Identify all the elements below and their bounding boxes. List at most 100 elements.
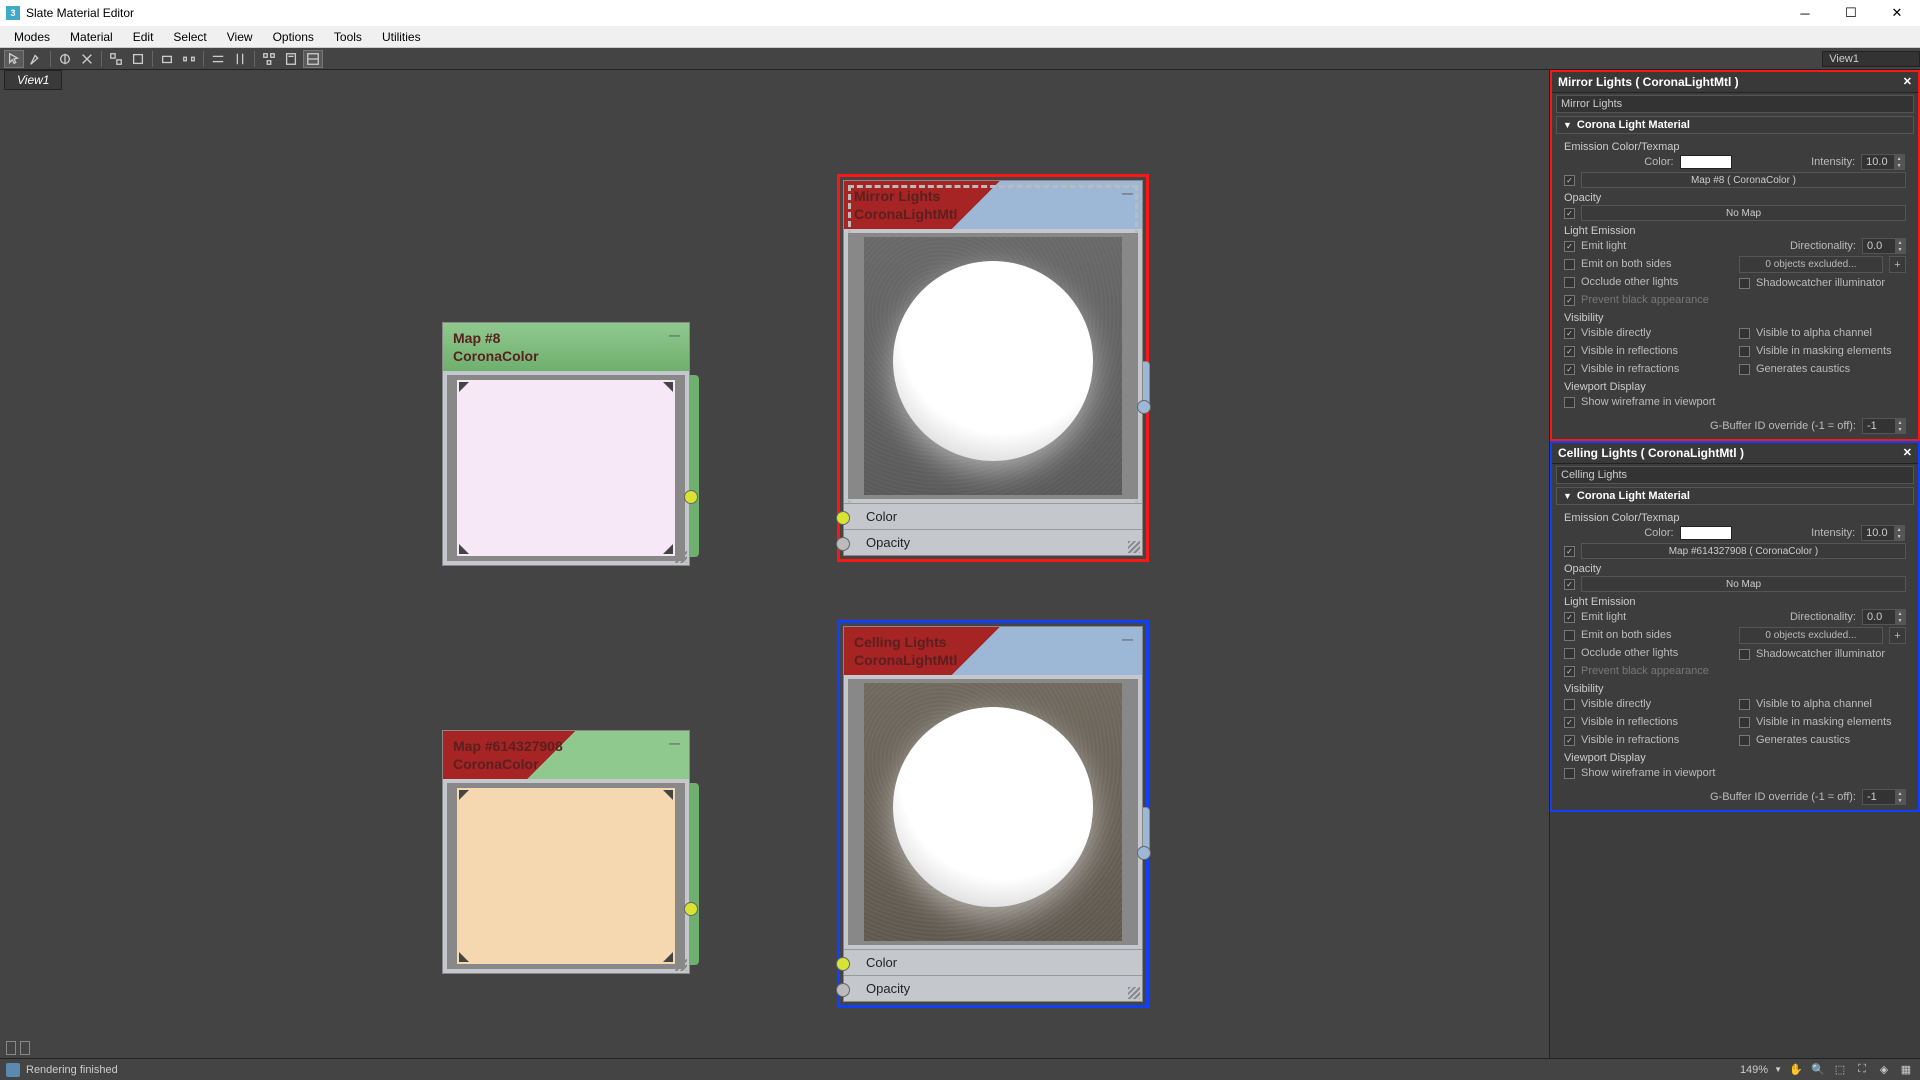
occlude-checkbox[interactable] bbox=[1564, 277, 1575, 288]
layout-all-icon[interactable] bbox=[259, 50, 279, 68]
close-button[interactable]: ✕ bbox=[1874, 0, 1920, 26]
directionality-spinner[interactable]: 0.0▲▼ bbox=[1862, 609, 1906, 625]
intensity-spinner[interactable]: 10.0▲▼ bbox=[1861, 154, 1905, 170]
add-exclude-button[interactable]: + bbox=[1889, 627, 1906, 644]
node-mapbig[interactable]: Map #614327908 CoronaColor — bbox=[442, 730, 690, 974]
collapse-icon[interactable]: — bbox=[669, 737, 681, 751]
hide-unused-icon[interactable] bbox=[128, 50, 148, 68]
vis-refr-checkbox[interactable] bbox=[1564, 364, 1575, 375]
zoom-region-icon[interactable]: ⬚ bbox=[1832, 1062, 1848, 1078]
pick-tool-icon[interactable] bbox=[26, 50, 46, 68]
maximize-button[interactable]: ☐ bbox=[1828, 0, 1874, 26]
directionality-spinner[interactable]: 0.0▲▼ bbox=[1862, 238, 1906, 254]
vis-refl-checkbox[interactable] bbox=[1564, 717, 1575, 728]
shadowcatcher-checkbox[interactable] bbox=[1739, 649, 1750, 660]
exclude-button[interactable]: 0 objects excluded... bbox=[1739, 627, 1883, 644]
shadowcatcher-checkbox[interactable] bbox=[1739, 278, 1750, 289]
vis-refl-checkbox[interactable] bbox=[1564, 346, 1575, 357]
resize-grip-icon[interactable] bbox=[675, 959, 687, 971]
mat-browser-icon[interactable] bbox=[281, 50, 301, 68]
resize-grip-icon[interactable] bbox=[1128, 987, 1140, 999]
panel-mirror-name-field[interactable]: Mirror Lights bbox=[1556, 95, 1914, 113]
pan-icon[interactable]: ✋ bbox=[1788, 1062, 1804, 1078]
menu-options[interactable]: Options bbox=[263, 28, 324, 46]
collapse-icon[interactable]: — bbox=[1122, 187, 1134, 201]
gen-caustics-checkbox[interactable] bbox=[1739, 364, 1750, 375]
texmap-slot[interactable]: Map #8 ( CoronaColor ) bbox=[1581, 172, 1906, 188]
view-tab[interactable]: View1 bbox=[4, 70, 62, 90]
view-selector[interactable]: View1 bbox=[1822, 51, 1920, 67]
texmap-toggle[interactable] bbox=[1564, 175, 1575, 186]
select-tool-icon[interactable] bbox=[4, 50, 24, 68]
resize-grip-icon[interactable] bbox=[675, 551, 687, 563]
show-map-icon[interactable] bbox=[157, 50, 177, 68]
node-ceiling-header[interactable]: Celling Lights CoronaLightMtl — bbox=[844, 627, 1142, 675]
vis-mask-checkbox[interactable] bbox=[1739, 346, 1750, 357]
texmap-toggle[interactable] bbox=[1564, 546, 1575, 557]
exclude-button[interactable]: 0 objects excluded... bbox=[1739, 256, 1883, 273]
texmap-slot[interactable]: Map #614327908 ( CoronaColor ) bbox=[1581, 543, 1906, 559]
output-socket[interactable] bbox=[684, 490, 698, 504]
add-exclude-button[interactable]: + bbox=[1889, 256, 1906, 273]
node-mirror-header[interactable]: Mirror Lights CoronaLightMtl — bbox=[844, 181, 1142, 229]
emit-light-checkbox[interactable] bbox=[1564, 612, 1575, 623]
move-children-icon[interactable] bbox=[106, 50, 126, 68]
layout-icon[interactable]: ▦ bbox=[1898, 1062, 1914, 1078]
color-swatch[interactable] bbox=[1680, 155, 1732, 169]
menu-tools[interactable]: Tools bbox=[324, 28, 372, 46]
intensity-spinner[interactable]: 10.0▲▼ bbox=[1861, 525, 1905, 541]
gbuffer-spinner[interactable]: -1▲▼ bbox=[1862, 418, 1906, 434]
close-icon[interactable]: ✕ bbox=[1903, 446, 1912, 460]
output-socket[interactable] bbox=[684, 902, 698, 916]
menu-material[interactable]: Material bbox=[60, 28, 123, 46]
node-map8-header[interactable]: Map #8 CoronaColor — bbox=[443, 323, 689, 371]
opacity-toggle[interactable] bbox=[1564, 208, 1575, 219]
mirror-color-input[interactable]: Color bbox=[844, 503, 1142, 529]
delete-tool-icon[interactable] bbox=[77, 50, 97, 68]
opacity-slot[interactable]: No Map bbox=[1581, 205, 1906, 221]
layout-vertical-icon[interactable] bbox=[230, 50, 250, 68]
node-ceiling[interactable]: Celling Lights CoronaLightMtl — Color Op… bbox=[843, 626, 1143, 1002]
zoom-extents-sel-icon[interactable]: ◈ bbox=[1876, 1062, 1892, 1078]
node-map8[interactable]: Map #8 CoronaColor — bbox=[442, 322, 690, 566]
color-swatch[interactable] bbox=[1680, 526, 1732, 540]
close-icon[interactable]: ✕ bbox=[1903, 75, 1912, 89]
menu-select[interactable]: Select bbox=[163, 28, 216, 46]
menu-utilities[interactable]: Utilities bbox=[372, 28, 431, 46]
rollout-header[interactable]: ▼Corona Light Material bbox=[1556, 487, 1914, 505]
node-canvas[interactable]: View1 Map #8 CoronaColor — bbox=[0, 70, 1550, 1058]
gen-caustics-checkbox[interactable] bbox=[1739, 735, 1750, 746]
output-socket[interactable] bbox=[1137, 400, 1151, 414]
wireframe-checkbox[interactable] bbox=[1564, 397, 1575, 408]
minimize-button[interactable]: ─ bbox=[1782, 0, 1828, 26]
layout-horizontal-icon[interactable] bbox=[208, 50, 228, 68]
mirror-opacity-input[interactable]: Opacity bbox=[844, 529, 1142, 555]
emit-both-checkbox[interactable] bbox=[1564, 259, 1575, 270]
opacity-slot[interactable]: No Map bbox=[1581, 576, 1906, 592]
collapse-icon[interactable]: — bbox=[669, 329, 681, 343]
vis-direct-checkbox[interactable] bbox=[1564, 699, 1575, 710]
menu-modes[interactable]: Modes bbox=[4, 28, 60, 46]
collapse-icon[interactable]: — bbox=[1122, 633, 1134, 647]
vis-mask-checkbox[interactable] bbox=[1739, 717, 1750, 728]
status-icon-2[interactable] bbox=[20, 1041, 30, 1055]
output-socket[interactable] bbox=[1137, 846, 1151, 860]
zoom-extents-icon[interactable]: ⛶ bbox=[1854, 1062, 1870, 1078]
occlude-checkbox[interactable] bbox=[1564, 648, 1575, 659]
zoom-level[interactable]: 149% bbox=[1740, 1064, 1768, 1076]
gbuffer-spinner[interactable]: -1▲▼ bbox=[1862, 789, 1906, 805]
emit-both-checkbox[interactable] bbox=[1564, 630, 1575, 641]
panel-ceiling-name-field[interactable]: Celling Lights bbox=[1556, 466, 1914, 484]
opacity-toggle[interactable] bbox=[1564, 579, 1575, 590]
param-editor-icon[interactable] bbox=[303, 50, 323, 68]
vis-refr-checkbox[interactable] bbox=[1564, 735, 1575, 746]
emit-light-checkbox[interactable] bbox=[1564, 241, 1575, 252]
rollout-header[interactable]: ▼Corona Light Material bbox=[1556, 116, 1914, 134]
panel-mirror-header[interactable]: Mirror Lights ( CoronaLightMtl )✕ bbox=[1552, 72, 1918, 93]
ceiling-opacity-input[interactable]: Opacity bbox=[844, 975, 1142, 1001]
status-icon-1[interactable] bbox=[6, 1041, 16, 1055]
node-mirror[interactable]: Mirror Lights CoronaLightMtl — Color Opa… bbox=[843, 180, 1143, 556]
wireframe-checkbox[interactable] bbox=[1564, 768, 1575, 779]
assign-tool-icon[interactable] bbox=[55, 50, 75, 68]
menu-edit[interactable]: Edit bbox=[123, 28, 164, 46]
